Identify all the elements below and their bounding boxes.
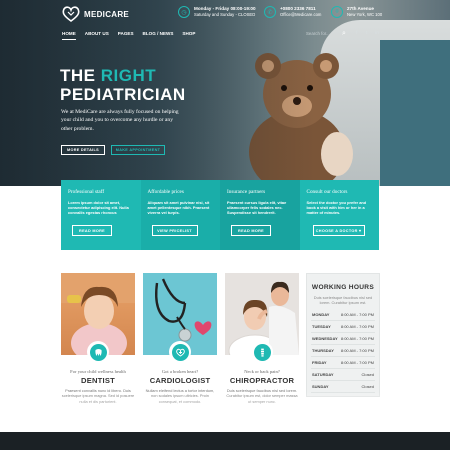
hours-list: MONDAY 8:00 AM - 7:00 PM TUESDAY 8:00 AM -…: [311, 309, 375, 394]
location-pin-icon: ⌾: [331, 6, 343, 18]
card-title: Affordable prices: [147, 189, 184, 195]
nav-about-us[interactable]: ABOUT US: [85, 31, 109, 40]
choose-doctor-button[interactable]: CHOOSE A DOCTOR ▾: [312, 225, 365, 236]
card-text: Select the doctor you prefer and book a …: [306, 200, 367, 216]
hours-day: TUESDAY: [312, 324, 331, 330]
hours-time: Closed: [361, 384, 374, 390]
working-hours-description: Duis scelerisque faucibus nisl sed lorem…: [313, 295, 373, 306]
service-cards: Professional staff Lorem ipsum dolor sit…: [61, 180, 379, 250]
headline-pediatrician: PEDIATRICIAN: [60, 85, 186, 104]
hours-time: Closed: [361, 372, 374, 378]
card-text: Aliquam sit amet pulvinar nisi, sit amet…: [147, 200, 210, 216]
hero-description: We at MediCare are always fully focused …: [61, 109, 179, 132]
hours-day: SATURDAY: [312, 372, 334, 378]
read-more-button[interactable]: READ MORE: [231, 225, 271, 236]
topbar-phone: ✆ +0800 2336 7811 Office@Medicare.com: [264, 6, 321, 18]
nav-blog-news[interactable]: BLOG / NEWS: [143, 31, 174, 40]
tooth-icon: [89, 343, 107, 361]
read-more-button[interactable]: READ MORE: [72, 225, 112, 236]
search-icon[interactable]: ⌕: [342, 30, 346, 38]
hours-time: 8:00 AM - 7:00 PM: [340, 360, 374, 366]
doctor-subtitle: For your child wellness health: [70, 369, 126, 374]
doctor-title: DENTIST: [81, 376, 115, 385]
hours-time: 8:00 AM - 7:00 PM: [340, 312, 374, 318]
brand-logo[interactable]: MEDICARE: [62, 6, 129, 22]
phone-icon: ✆: [264, 6, 276, 18]
make-appointment-button[interactable]: MAKE APPOINTMENT: [111, 145, 165, 155]
address-sub: New York, WC 100: [347, 12, 383, 17]
more-details-button[interactable]: MORE DETAILS: [61, 145, 105, 155]
hours-day: THURSDAY: [312, 348, 334, 354]
headline-the: THE: [60, 66, 101, 85]
headline-right: RIGHT: [100, 66, 157, 85]
linkedin-icon[interactable]: in: [375, 31, 379, 36]
twitter-icon[interactable]: t: [366, 31, 367, 36]
main-nav: HOME ABOUT US PAGES BLOG / NEWS SHOP: [62, 31, 195, 40]
hours-day: SUNDAY: [312, 384, 329, 390]
facebook-icon[interactable]: f: [356, 31, 357, 36]
bottom-fade: [0, 392, 450, 432]
doctor-card-chiropractor[interactable]: Neck or back pain? CHIROPRACTOR Duis sce…: [225, 273, 299, 404]
heart-plus-icon: [171, 343, 189, 361]
topbar-hours: ◷ Monday - Friday 08:00-19:00 Saturday an…: [178, 6, 256, 18]
view-pricelist-button[interactable]: VIEW PRICELIST: [151, 225, 198, 236]
hours-sub: Saturday and Sunday - CLOSED: [194, 12, 256, 17]
doctor-title: CHIROPRACTOR: [229, 376, 295, 385]
nav-home[interactable]: HOME: [62, 31, 76, 40]
card-insurance-partners: Insurance partners Praesent cursus ligul…: [220, 180, 300, 250]
hours-row: MONDAY 8:00 AM - 7:00 PM: [311, 309, 375, 322]
card-title: Professional staff: [68, 189, 105, 195]
hours-day: FRIDAY: [312, 360, 327, 366]
heart-hands-icon: [62, 6, 80, 22]
nav-pages[interactable]: PAGES: [118, 31, 134, 40]
hours-day: MONDAY: [312, 312, 330, 318]
card-text: Lorem ipsum dolor sit amet, consectetur …: [68, 200, 129, 216]
working-hours-panel: WORKING HOURS Duis scelerisque faucibus …: [306, 273, 380, 397]
doctor-subtitle: Neck or back pain?: [244, 369, 280, 374]
hours-row: THURSDAY 8:00 AM - 7:00 PM: [311, 345, 375, 358]
doctor-subtitle: Got a broken heart?: [161, 369, 199, 374]
doctor-card-cardiologist[interactable]: Got a broken heart? CARDIOLOGIST Nullam …: [143, 273, 217, 404]
email-link[interactable]: Office@Medicare.com: [280, 12, 321, 17]
topbar-address: ⌾ 27th Avenue New York, WC 100: [331, 6, 382, 18]
hours-time: 8:00 AM - 7:00 PM: [340, 336, 374, 342]
search-input[interactable]: Search for...: [306, 31, 330, 36]
hours-row: FRIDAY 8:00 AM - 7:00 PM: [311, 357, 375, 370]
card-title: Insurance partners: [227, 189, 266, 195]
doctor-title: CARDIOLOGIST: [149, 376, 211, 385]
hours-row: TUESDAY 8:00 AM - 7:00 PM: [311, 321, 375, 334]
card-consult-doctors: Consult our doctors Select the doctor yo…: [299, 180, 379, 250]
hours-time: 8:00 AM - 7:00 PM: [340, 324, 374, 330]
hero-headline: THE RIGHT PEDIATRICIAN: [60, 66, 186, 104]
working-hours-title: WORKING HOURS: [311, 284, 375, 291]
hours-day: WEDNESDAY: [312, 336, 338, 342]
hero-section: MEDICARE ◷ Monday - Friday 08:00-19:00 Sa…: [0, 0, 450, 186]
spine-icon: [253, 343, 271, 361]
hours-row: WEDNESDAY 8:00 AM - 7:00 PM: [311, 333, 375, 346]
hours-time: 8:00 AM - 7:00 PM: [340, 348, 374, 354]
chevron-down-icon: ▾: [359, 229, 362, 233]
doctor-card-dentist[interactable]: For your child wellness health DENTIST P…: [61, 273, 135, 404]
choose-doctor-label: CHOOSE A DOCTOR: [315, 228, 358, 233]
card-professional-staff: Professional staff Lorem ipsum dolor sit…: [61, 180, 141, 250]
card-title: Consult our doctors: [306, 189, 348, 195]
footer-bar: [0, 432, 450, 450]
clock-icon: ◷: [178, 6, 190, 18]
hours-row: SATURDAY Closed: [311, 369, 375, 382]
brand-name: MEDICARE: [84, 9, 130, 19]
nav-shop[interactable]: SHOP: [182, 31, 195, 40]
card-text: Praesent cursus ligula elit, vitae ullam…: [227, 200, 287, 216]
card-affordable-prices: Affordable prices Aliquam sit amet pulvi…: [140, 180, 220, 250]
